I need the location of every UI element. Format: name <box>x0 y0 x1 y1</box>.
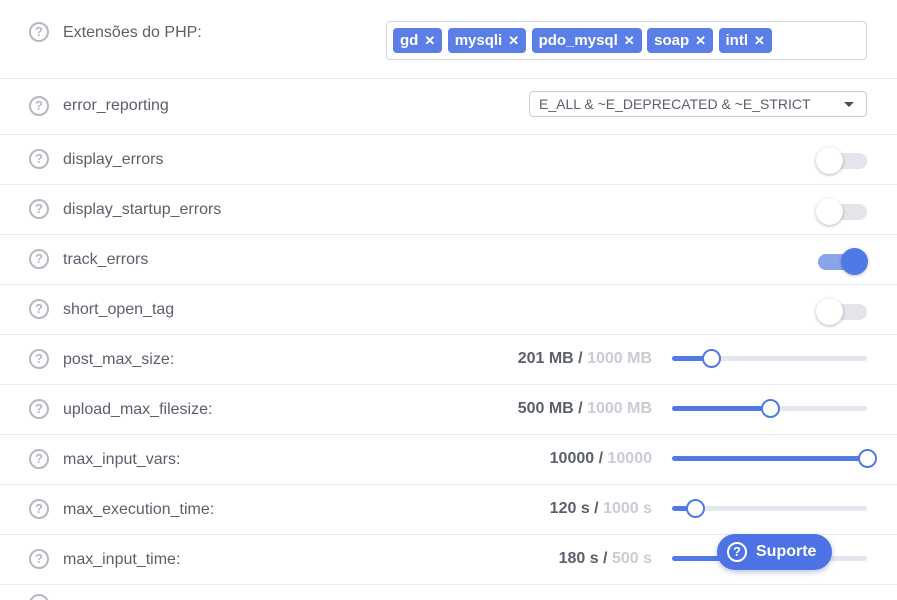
help-icon[interactable]: ? <box>29 96 49 116</box>
track-errors-toggle[interactable] <box>816 247 868 275</box>
tag-soap: soap ✕ <box>647 28 714 53</box>
help-icon[interactable]: ? <box>29 199 49 219</box>
setting-label: Extensões do PHP: <box>63 24 202 41</box>
slider-value: 10000 / 10000 <box>549 450 653 467</box>
toggle-knob <box>841 248 868 275</box>
max-input-vars-slider[interactable] <box>672 449 877 469</box>
help-icon[interactable]: ? <box>29 499 49 519</box>
remove-tag-icon[interactable]: ✕ <box>754 28 765 53</box>
slider-thumb[interactable] <box>858 449 877 468</box>
slider-max: 500 s <box>611 550 652 567</box>
display-errors-toggle[interactable] <box>816 146 868 174</box>
row-php-extensions: ? Extensões do PHP: gd ✕ mysqli ✕ pdo_mysq… <box>0 0 897 79</box>
error-reporting-value: E_ALL & ~E_DEPRECATED & ~E_STRICT <box>539 96 811 112</box>
toggle-knob <box>816 298 843 325</box>
slider-value: 180 s / 500 s <box>558 550 652 567</box>
help-icon[interactable]: ? <box>29 349 49 369</box>
setting-label: upload_max_filesize: <box>63 401 213 418</box>
slider-thumb[interactable] <box>702 349 721 368</box>
row-post-max-size: ? post_max_size: 201 MB / 1000 MB <box>0 335 897 385</box>
setting-label: max_execution_time: <box>63 501 215 518</box>
upload-max-filesize-slider[interactable] <box>672 399 867 419</box>
slider-fill <box>672 406 770 411</box>
row-upload-max-filesize: ? upload_max_filesize: 500 MB / 1000 MB <box>0 385 897 435</box>
remove-tag-icon[interactable]: ✕ <box>424 28 435 53</box>
setting-label: display_startup_errors <box>63 201 222 218</box>
help-icon[interactable]: ? <box>29 399 49 419</box>
setting-label: post_max_size: <box>63 351 175 368</box>
short-open-tag-toggle[interactable] <box>816 297 868 325</box>
setting-label: short_open_tag <box>63 301 175 318</box>
slider-fill <box>672 456 867 461</box>
slider-thumb[interactable] <box>761 399 780 418</box>
toggle-knob <box>816 147 843 174</box>
help-circle-icon: ? <box>727 542 747 562</box>
support-label: Suporte <box>756 543 817 560</box>
tag-intl: intl ✕ <box>718 28 772 53</box>
slider-value: 201 MB / 1000 MB <box>517 350 652 367</box>
post-max-size-slider[interactable] <box>672 349 867 369</box>
max-execution-time-slider[interactable] <box>672 499 867 519</box>
slider-max: 1000 MB <box>587 400 652 417</box>
toggle-knob <box>816 198 843 225</box>
help-icon[interactable]: ? <box>29 549 49 569</box>
help-icon[interactable]: ? <box>29 299 49 319</box>
setting-label: max_input_vars: <box>63 451 181 468</box>
row-short-open-tag: ? short_open_tag <box>0 285 897 335</box>
tag-pdo-mysql: pdo_mysql ✕ <box>531 28 642 53</box>
extensions-tag-input[interactable]: gd ✕ mysqli ✕ pdo_mysql ✕ soap ✕ intl ✕ <box>386 21 867 60</box>
slider-value: 500 MB / 1000 MB <box>517 400 652 417</box>
remove-tag-icon[interactable]: ✕ <box>624 28 635 53</box>
help-icon[interactable]: ? <box>29 149 49 169</box>
help-icon[interactable]: ? <box>29 249 49 269</box>
row-max-execution-time: ? max_execution_time: 120 s / 1000 s <box>0 485 897 535</box>
setting-label: error_reporting <box>63 97 169 114</box>
help-icon[interactable]: ? <box>29 22 49 42</box>
setting-label: max_input_time: <box>63 551 181 568</box>
slider-value: 120 s / 1000 s <box>549 500 652 517</box>
slider-thumb[interactable] <box>686 499 705 518</box>
remove-tag-icon[interactable]: ✕ <box>695 28 706 53</box>
setting-label: track_errors <box>63 251 149 268</box>
setting-label: display_errors <box>63 151 164 168</box>
tag-mysqli: mysqli ✕ <box>447 28 527 53</box>
error-reporting-select[interactable]: E_ALL & ~E_DEPRECATED & ~E_STRICT <box>529 91 867 117</box>
slider-max: 1000 MB <box>587 350 652 367</box>
row-max-input-vars: ? max_input_vars: 10000 / 10000 <box>0 435 897 485</box>
help-icon[interactable]: ? <box>29 449 49 469</box>
row-track-errors: ? track_errors <box>0 235 897 285</box>
slider-max: 10000 <box>607 450 653 467</box>
remove-tag-icon[interactable]: ✕ <box>508 28 519 53</box>
slider-max: 1000 s <box>603 500 652 517</box>
support-button[interactable]: ? Suporte <box>717 534 832 570</box>
caret-down-icon <box>844 102 854 107</box>
display-startup-errors-toggle[interactable] <box>816 197 868 225</box>
row-display-errors: ? display_errors <box>0 135 897 185</box>
help-icon[interactable] <box>29 594 49 600</box>
row-display-startup-errors: ? display_startup_errors <box>0 185 897 235</box>
tag-gd: gd ✕ <box>393 28 443 53</box>
